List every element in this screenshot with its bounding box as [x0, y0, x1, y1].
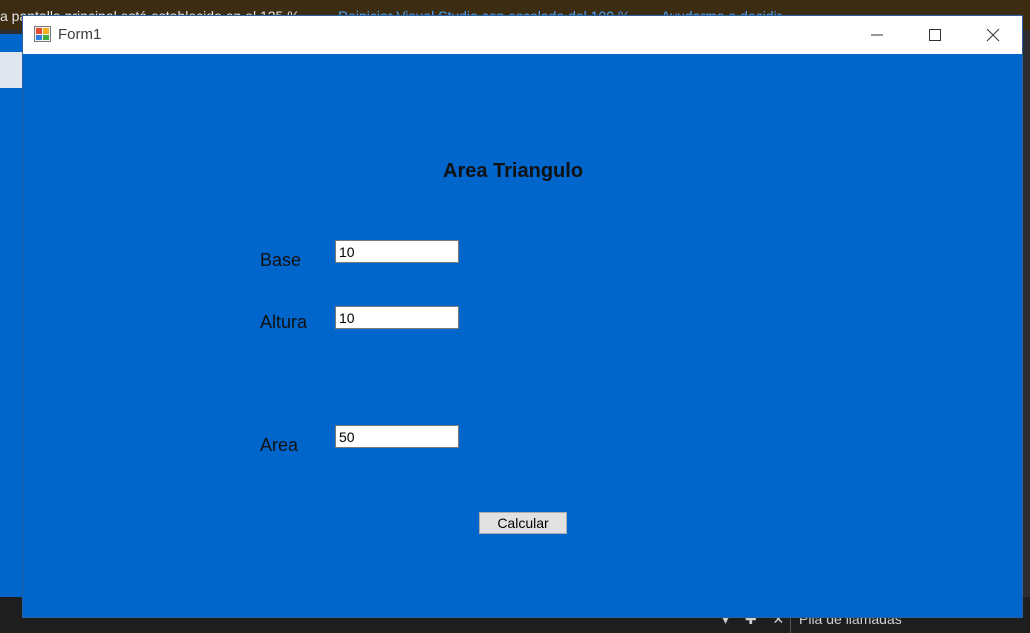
altura-input[interactable] [335, 306, 459, 329]
window-title: Form1 [58, 26, 102, 43]
vs-left-tab[interactable] [0, 52, 23, 88]
form-app-icon [34, 26, 51, 42]
close-button[interactable] [964, 16, 1022, 54]
form-heading: Area Triangulo [443, 160, 584, 182]
close-icon [986, 28, 1000, 42]
altura-label: Altura [260, 312, 308, 332]
base-input[interactable] [335, 240, 459, 263]
vs-left-panel [0, 34, 23, 599]
area-label: Area [260, 435, 299, 455]
minimize-button[interactable] [848, 16, 906, 54]
title-bar[interactable]: Form1 [23, 16, 1022, 54]
maximize-icon [929, 29, 941, 41]
calcular-button[interactable]: Calcular [479, 512, 567, 534]
form-client-area: Area Triangulo Base Altura Area Calcular [23, 54, 1022, 617]
vs-right-panel [1022, 34, 1030, 599]
form-window: Form1 Area Triangulo Base Altura Area Ca… [23, 16, 1022, 617]
area-input[interactable] [335, 425, 459, 448]
base-label: Base [260, 250, 302, 270]
minimize-icon [871, 34, 883, 36]
maximize-button[interactable] [906, 16, 964, 54]
